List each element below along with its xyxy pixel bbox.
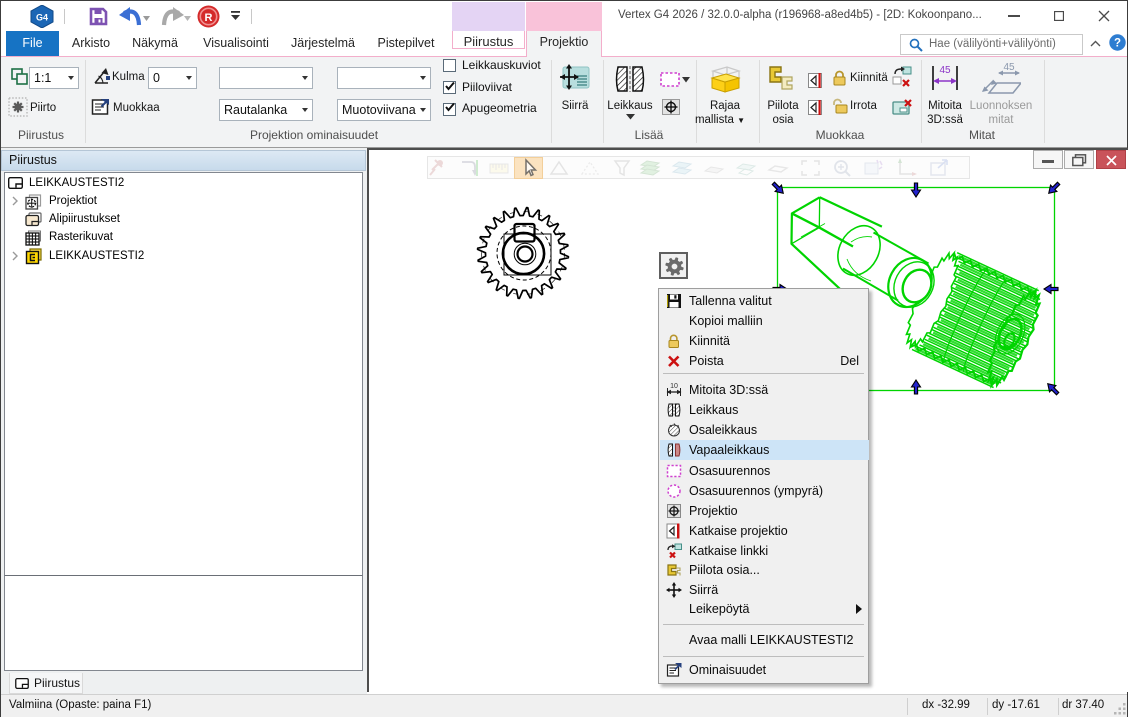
svg-text:?: ? xyxy=(1114,38,1121,50)
svg-text:45: 45 xyxy=(1003,62,1015,73)
svg-text:G4: G4 xyxy=(36,13,48,23)
svg-text:45: 45 xyxy=(939,65,951,76)
svg-text:R: R xyxy=(205,12,213,24)
svg-text:10: 10 xyxy=(670,383,678,390)
